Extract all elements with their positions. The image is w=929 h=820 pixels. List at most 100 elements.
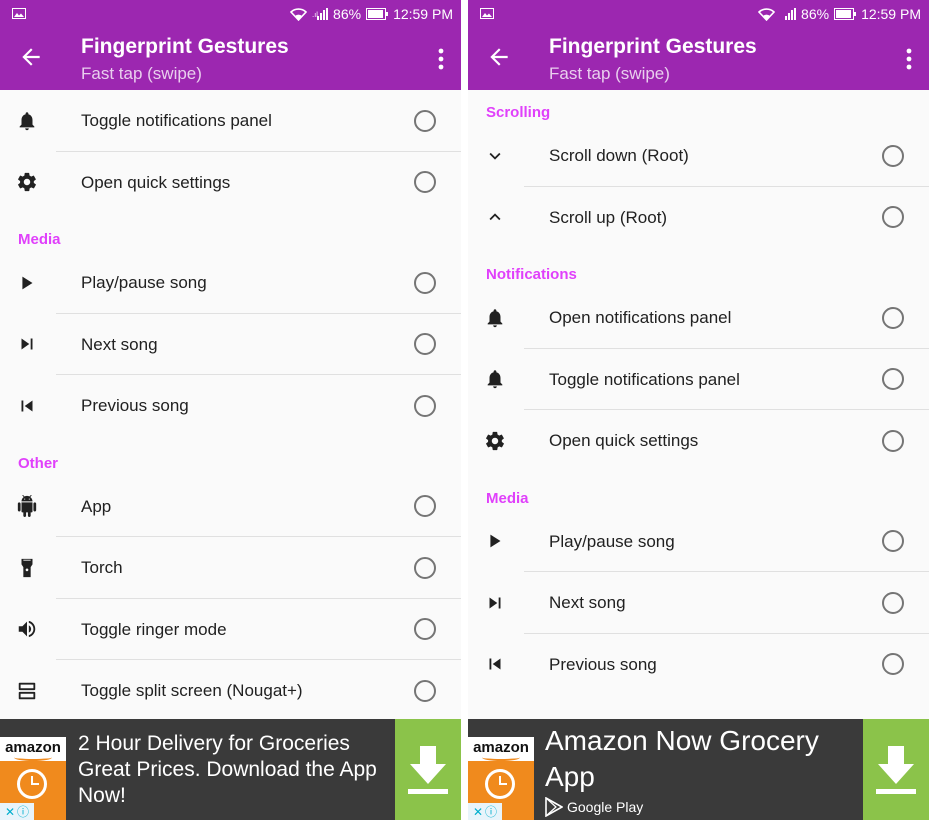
list-item[interactable]: App: [0, 476, 461, 538]
list-item[interactable]: Previous song: [0, 375, 461, 437]
list-item[interactable]: Toggle notifications panel: [468, 349, 929, 411]
radio-button[interactable]: [882, 144, 904, 167]
ad-text[interactable]: 2 Hour Delivery for Groceries Great Pric…: [78, 731, 390, 809]
list-item[interactable]: Play/pause song: [0, 252, 461, 314]
list-item-label: Torch: [81, 558, 123, 577]
skip-next-icon: [21, 338, 33, 350]
list-item[interactable]: Scroll down (Root): [468, 125, 929, 187]
radio-button[interactable]: [882, 530, 904, 553]
list-item-label: Toggle notifications panel: [549, 369, 740, 389]
overflow-menu-icon[interactable]: [906, 48, 912, 70]
split-screen-icon: [18, 682, 36, 699]
ad-title[interactable]: Amazon Now Grocery App: [545, 723, 845, 795]
list-item-label: Play/pause song: [549, 531, 675, 551]
clock-icon: [17, 769, 47, 799]
wifi-icon: [290, 7, 308, 21]
ad-banner[interactable]: amazon ✕ ⓘ Amazon Now Grocery App Google…: [468, 719, 929, 820]
list-item[interactable]: Torch: [0, 537, 461, 599]
list-item[interactable]: Previous song: [468, 634, 929, 696]
list-item[interactable]: Open quick settings: [468, 410, 929, 472]
app-bar: 86% 12:59 PM Fingerprint Gestures Fast t…: [468, 0, 929, 90]
radio-button[interactable]: [882, 368, 904, 391]
page-title: Fingerprint Gestures: [549, 35, 757, 58]
page-subtitle: Fast tap (swipe): [549, 64, 670, 83]
list-item[interactable]: Next song: [0, 314, 461, 376]
list-item-label: Scroll down (Root): [549, 146, 689, 165]
radio-button[interactable]: [882, 429, 904, 452]
ad-choices[interactable]: ✕ ⓘ: [0, 803, 34, 820]
list-item[interactable]: Play/pause song: [468, 511, 929, 573]
list-item-label: Previous song: [549, 654, 657, 674]
download-button[interactable]: [395, 719, 461, 820]
list-item-label: Next song: [81, 334, 158, 354]
ad-info-icon[interactable]: ⓘ: [485, 803, 497, 820]
ad-choices[interactable]: ✕ ⓘ: [468, 803, 502, 820]
battery-percent: 86%: [333, 6, 362, 22]
radio-button[interactable]: [414, 495, 436, 518]
list-item[interactable]: Open notifications panel: [468, 287, 929, 349]
screenshot-divider: [461, 0, 468, 820]
gear-icon: [486, 431, 504, 450]
list-item-label: Open quick settings: [549, 431, 699, 450]
list-item[interactable]: Next song: [468, 572, 929, 634]
skip-next-icon: [489, 597, 501, 609]
radio-button[interactable]: [414, 556, 436, 579]
page-title: Fingerprint Gestures: [81, 35, 289, 58]
radio-button[interactable]: [414, 109, 436, 132]
close-ad-icon[interactable]: ✕: [473, 805, 483, 819]
overflow-menu-icon[interactable]: [438, 48, 444, 70]
radio-button[interactable]: [882, 206, 904, 229]
ad-info-icon[interactable]: ⓘ: [17, 803, 29, 820]
section-header-scrolling: Scrolling: [486, 104, 551, 121]
radio-button[interactable]: [414, 618, 436, 641]
radio-button[interactable]: [882, 591, 904, 614]
signal-icon: [785, 7, 797, 20]
radio-button[interactable]: [414, 679, 436, 702]
gear-icon: [18, 173, 36, 192]
clock: 12:59 PM: [393, 6, 453, 22]
list-item-label: Toggle ringer mode: [81, 619, 227, 639]
list-item[interactable]: Toggle notifications panel: [0, 90, 461, 152]
radio-button[interactable]: [882, 653, 904, 676]
battery-percent: 86%: [801, 6, 830, 22]
signal-icon: .ıl: [312, 7, 329, 20]
wifi-icon: [758, 7, 776, 21]
list-item[interactable]: Scroll up (Root): [468, 187, 929, 249]
list-item-label: Toggle split screen (Nougat+): [81, 681, 303, 700]
close-ad-icon[interactable]: ✕: [5, 805, 15, 819]
list-item[interactable]: Open quick settings: [0, 152, 461, 214]
download-button[interactable]: [863, 719, 929, 820]
bell-icon: [487, 370, 503, 389]
list-item[interactable]: Toggle split screen (Nougat+): [0, 660, 461, 719]
back-arrow-icon[interactable]: [486, 44, 512, 70]
amazon-smile-icon: [14, 754, 52, 761]
radio-button[interactable]: [414, 333, 436, 356]
gallery-notification-icon: [480, 8, 494, 19]
battery-icon: [366, 8, 389, 20]
play-icon: [22, 276, 33, 290]
battery-icon: [834, 8, 857, 20]
radio-button[interactable]: [414, 171, 436, 194]
ad-banner[interactable]: amazon ✕ ⓘ 2 Hour Delivery for Groceries…: [0, 719, 461, 820]
skip-previous-icon: [21, 400, 33, 412]
back-arrow-icon[interactable]: [18, 44, 44, 70]
radio-button[interactable]: [414, 271, 436, 294]
download-icon: [876, 746, 916, 794]
download-icon: [408, 746, 448, 794]
list-item-label: Scroll up (Root): [549, 207, 668, 227]
amazon-smile-icon: [482, 754, 520, 761]
app-bar: .ıl 86% 12:59 PM Fingerprint Gestures Fa…: [0, 0, 461, 90]
list-item-label: Toggle notifications panel: [81, 111, 272, 130]
android-icon: [17, 495, 37, 518]
radio-button[interactable]: [414, 394, 436, 417]
google-play-badge[interactable]: Google Play: [545, 797, 643, 817]
status-bar: 86% 12:59 PM: [468, 0, 929, 28]
section-header-other: Other: [18, 454, 59, 472]
radio-button[interactable]: [882, 306, 904, 329]
bell-icon: [19, 112, 35, 130]
google-play-label: Google Play: [567, 799, 644, 815]
list-item-label: App: [81, 496, 112, 516]
list-item[interactable]: Toggle ringer mode: [0, 599, 461, 661]
page-subtitle: Fast tap (swipe): [81, 64, 202, 83]
clock: 12:59 PM: [861, 6, 921, 22]
